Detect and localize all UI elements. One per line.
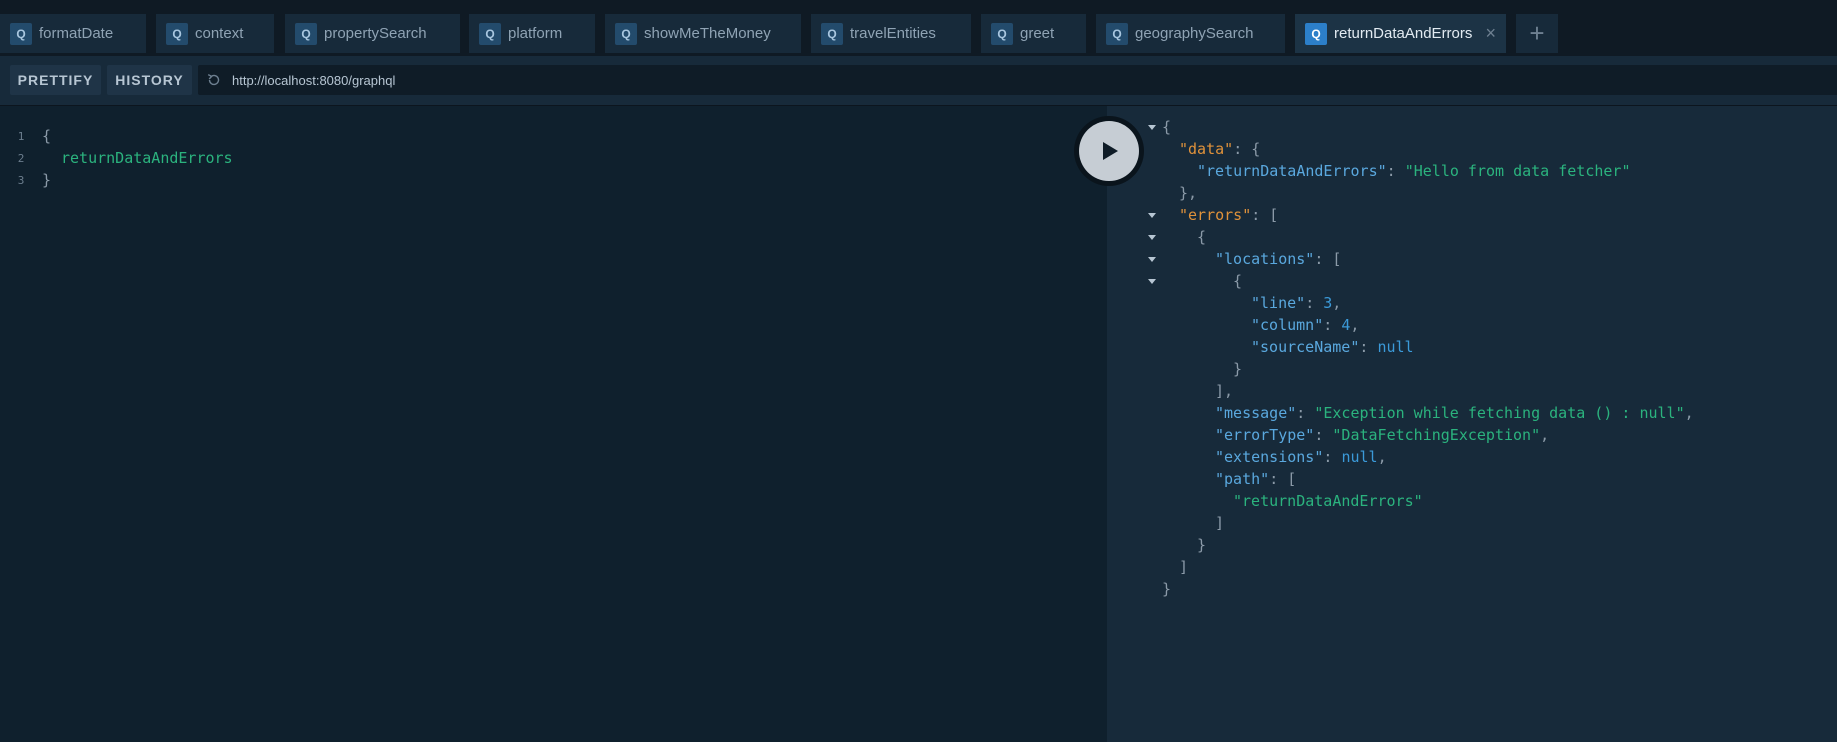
query-icon: Q (10, 22, 32, 45)
json-number: 3 (1323, 294, 1333, 312)
json-brace: } (1233, 360, 1243, 378)
tab-label: geographySearch (1135, 25, 1254, 42)
collapse-arrow-icon[interactable] (1147, 270, 1157, 292)
query-icon: Q (615, 22, 637, 45)
tab-bar: Q formatDate Q context Q propertySearch … (0, 0, 1837, 56)
collapse-arrow-icon[interactable] (1147, 226, 1157, 248)
tab-label: propertySearch (324, 25, 427, 42)
json-null: null (1341, 448, 1378, 466)
collapse-arrow-icon[interactable] (1147, 204, 1157, 226)
tab-returndataanderrors[interactable]: Q returnDataAndErrors × (1295, 14, 1506, 53)
json-line: "sourceName": null (1251, 338, 1414, 356)
json-number: 4 (1341, 316, 1351, 334)
query-field: returnDataAndErrors (61, 149, 233, 167)
add-tab-button[interactable]: + (1516, 14, 1558, 53)
json-line: "locations": [ (1215, 250, 1342, 268)
json-key: "line" (1251, 294, 1306, 312)
json-string: "Exception while fetching data () : null… (1314, 404, 1685, 422)
json-key: "returnDataAndErrors" (1197, 162, 1387, 180)
tab-travelentities[interactable]: Q travelEntities (811, 14, 971, 53)
json-line: "column": 4, (1251, 316, 1360, 334)
tab-label: context (195, 25, 244, 42)
tab-label: formatDate (39, 25, 114, 42)
tab-label: showMeTheMoney (644, 25, 771, 42)
query-icon: Q (166, 22, 188, 45)
line-number: 2 (17, 151, 25, 165)
json-brace: }, (1179, 184, 1198, 202)
json-brace: ] (1179, 558, 1189, 576)
json-null: null (1377, 338, 1414, 356)
json-line: "returnDataAndErrors": "Hello from data … (1197, 162, 1631, 180)
json-brace: { (1197, 228, 1207, 246)
json-string: "returnDataAndErrors" (1233, 492, 1423, 510)
prettify-button[interactable]: PRETTIFY (10, 65, 101, 95)
json-brace: ] (1215, 514, 1225, 532)
json-key: "errorType" (1215, 426, 1315, 444)
history-button[interactable]: HISTORY (107, 65, 192, 95)
json-brace: { (1162, 118, 1172, 136)
query-icon: Q (1106, 22, 1128, 45)
json-line: "errors": [ (1179, 206, 1279, 224)
tab-formatdate[interactable]: Q formatDate (0, 14, 146, 53)
tab-label: platform (508, 25, 563, 42)
json-brace: } (1162, 580, 1172, 598)
tab-context[interactable]: Q context (156, 14, 274, 53)
toolbar: PRETTIFY HISTORY (0, 56, 1837, 106)
close-brace: } (42, 171, 52, 189)
execute-query-button[interactable] (1074, 116, 1144, 186)
tab-showmethemoney[interactable]: Q showMeTheMoney (605, 14, 801, 53)
json-line: "extensions": null, (1215, 448, 1387, 466)
json-line: "data": { (1179, 140, 1261, 158)
tab-label: greet (1020, 25, 1055, 42)
refresh-icon[interactable] (204, 70, 224, 90)
tab-propertysearch[interactable]: Q propertySearch (285, 14, 460, 53)
query-icon: Q (295, 22, 317, 45)
tab-platform[interactable]: Q platform (469, 14, 595, 53)
play-icon (1079, 121, 1139, 181)
json-line: "errorType": "DataFetchingException", (1215, 426, 1550, 444)
query-icon: Q (821, 22, 843, 45)
query-icon: Q (1305, 22, 1327, 45)
json-key: "sourceName" (1251, 338, 1360, 356)
json-brace: } (1197, 536, 1207, 554)
json-line: "line": 3, (1251, 294, 1342, 312)
endpoint-url-bar (198, 65, 1837, 95)
tab-label: travelEntities (850, 25, 936, 42)
json-key: "errors" (1179, 206, 1252, 224)
json-line: "path": [ (1215, 470, 1297, 488)
json-key: "column" (1251, 316, 1324, 334)
json-key: "extensions" (1215, 448, 1324, 466)
json-brace: { (1233, 272, 1243, 290)
collapse-arrow-icon[interactable] (1147, 248, 1157, 270)
json-key: "data" (1179, 140, 1234, 158)
query-icon: Q (991, 22, 1013, 45)
line-number: 3 (17, 173, 25, 187)
json-key: "locations" (1215, 250, 1315, 268)
collapse-arrow-icon[interactable] (1147, 116, 1157, 138)
query-editor[interactable]: 1 { 2 returnDataAndErrors 3 } (0, 106, 1107, 742)
json-brace: ], (1215, 382, 1234, 400)
open-brace: { (42, 127, 52, 145)
json-line: "message": "Exception while fetching dat… (1215, 404, 1694, 422)
json-string: "Hello from data fetcher" (1404, 162, 1631, 180)
tab-greet[interactable]: Q greet (981, 14, 1086, 53)
line-number: 1 (17, 129, 25, 143)
query-icon: Q (479, 22, 501, 45)
result-viewer: { "data": { "returnDataAndErrors": "Hell… (1107, 106, 1837, 742)
json-string: "DataFetchingException" (1332, 426, 1541, 444)
json-key: "message" (1215, 404, 1297, 422)
close-tab-icon[interactable]: × (1485, 23, 1496, 43)
tab-label: returnDataAndErrors (1334, 25, 1473, 42)
endpoint-url-input[interactable] (232, 72, 1732, 88)
json-key: "path" (1215, 470, 1270, 488)
tab-geographysearch[interactable]: Q geographySearch (1096, 14, 1285, 53)
